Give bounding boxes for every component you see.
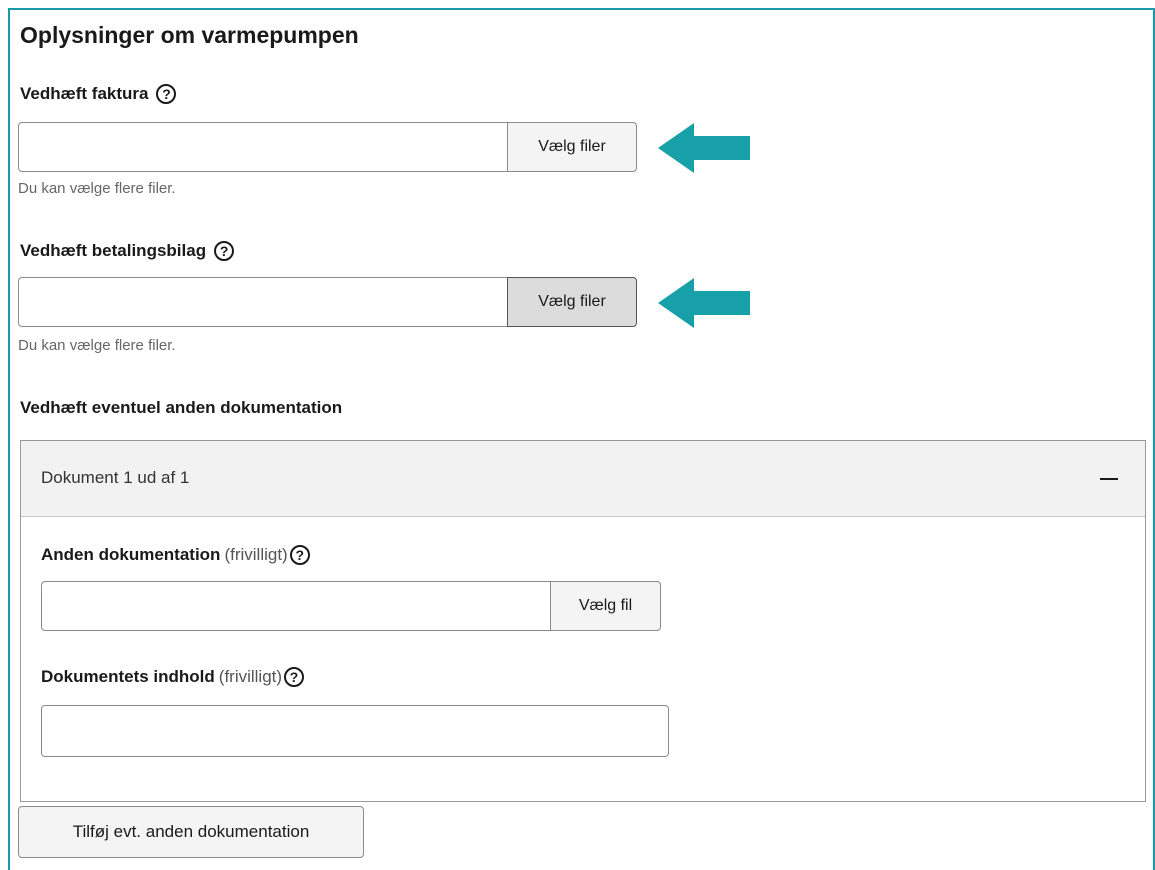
help-icon[interactable]: ? — [214, 241, 235, 261]
document-panel: Dokument 1 ud af 1 Anden dokumentation (… — [20, 440, 1146, 802]
optional-tag: (frivilligt) — [218, 667, 283, 686]
invoice-file-input[interactable] — [18, 122, 508, 172]
optional-tag: (frivilligt) — [224, 545, 288, 564]
payment-hint: Du kan vælge flere filer. — [18, 337, 176, 354]
document-panel-title: Dokument 1 ud af 1 — [41, 468, 190, 487]
other-doc-label: Anden dokumentation — [41, 545, 221, 564]
help-icon[interactable]: ? — [156, 84, 177, 104]
invoice-label-row: Vedhæft faktura ? — [20, 84, 177, 104]
document-panel-header[interactable]: Dokument 1 ud af 1 — [21, 441, 1145, 517]
other-doc-file-input[interactable] — [41, 581, 551, 631]
help-icon[interactable]: ? — [289, 545, 310, 565]
payment-label: Vedhæft betalingsbilag — [20, 241, 207, 260]
invoice-choose-files-button[interactable]: Vælg filer — [507, 122, 637, 172]
content-label: Dokumentets indhold — [41, 667, 215, 686]
payment-choose-files-button[interactable]: Vælg filer — [507, 277, 637, 327]
document-content-input[interactable] — [41, 705, 669, 757]
payment-file-input[interactable] — [18, 277, 508, 327]
section-title: Oplysninger om varmepumpen — [20, 22, 359, 48]
content-label-row: Dokumentets indhold (frivilligt) ? — [41, 667, 305, 687]
add-documentation-button[interactable]: Tilføj evt. anden dokumentation — [18, 806, 364, 858]
other-doc-label-row: Anden dokumentation (frivilligt) ? — [41, 545, 310, 565]
invoice-hint: Du kan vælge flere filer. — [18, 180, 176, 197]
minus-icon — [1100, 478, 1118, 480]
collapse-button[interactable] — [1097, 467, 1123, 491]
arrow-left-icon — [658, 278, 750, 328]
help-icon[interactable]: ? — [284, 667, 305, 687]
other-docs-label: Vedhæft eventuel anden dokumentation — [20, 398, 343, 417]
arrow-left-icon — [658, 123, 750, 173]
payment-label-row: Vedhæft betalingsbilag ? — [20, 241, 235, 261]
invoice-label: Vedhæft faktura — [20, 84, 149, 103]
choose-file-button[interactable]: Vælg fil — [550, 581, 661, 631]
